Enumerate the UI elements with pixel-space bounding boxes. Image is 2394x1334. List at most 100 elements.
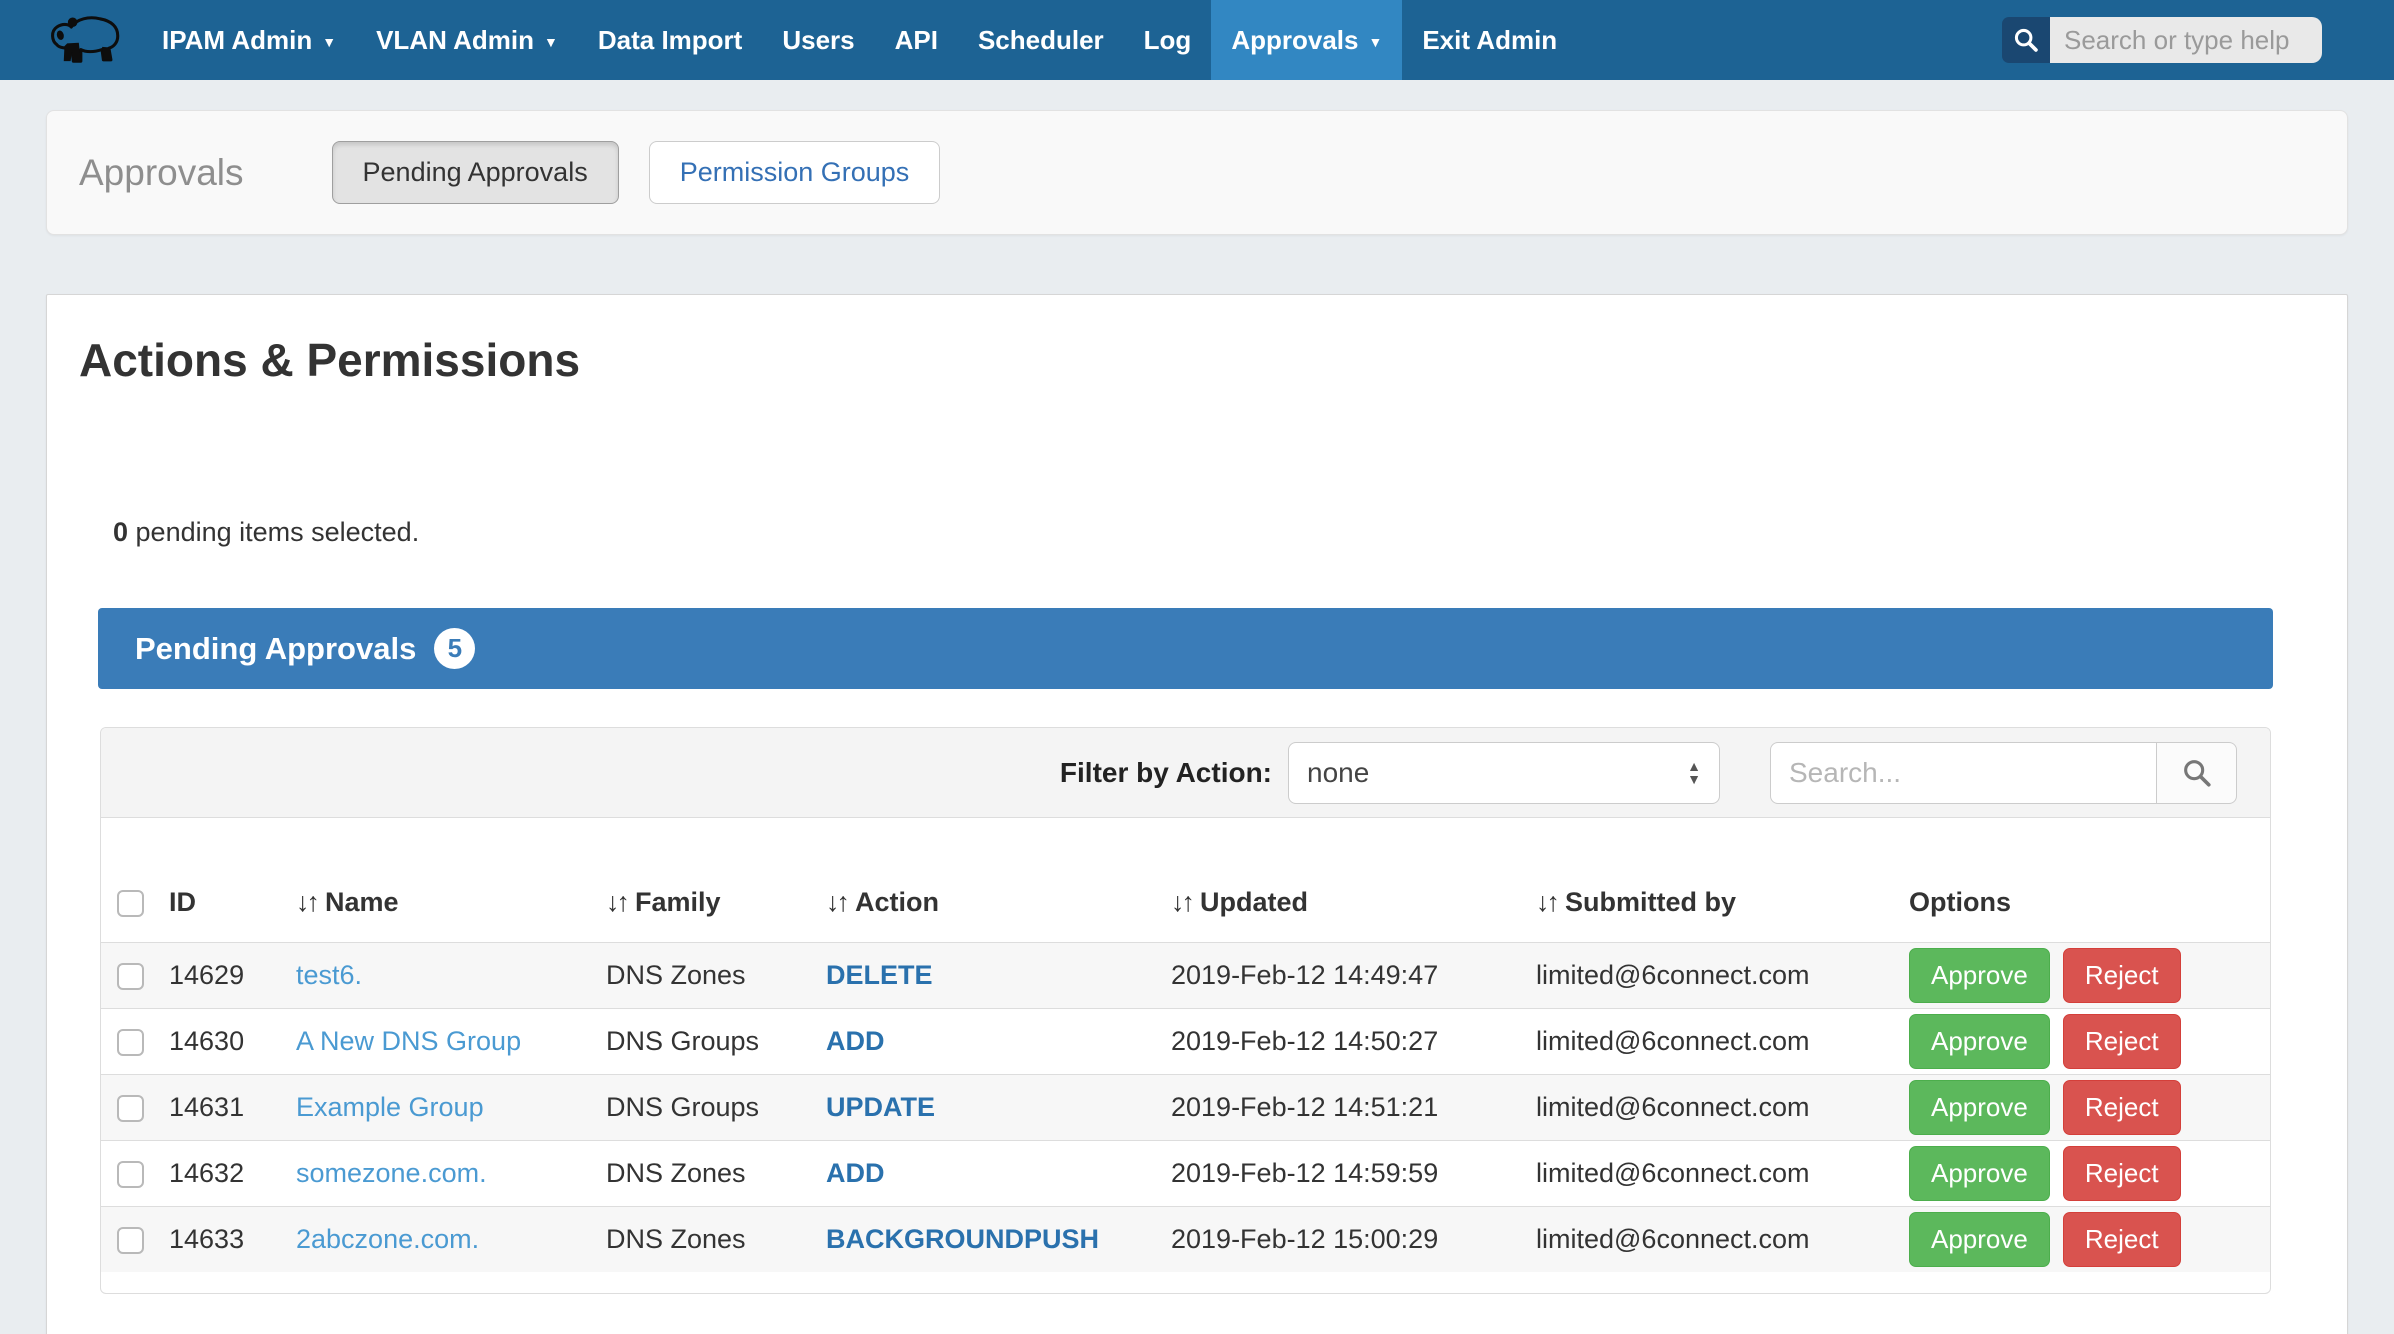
approvals-table: ID ↓↑Name ↓↑ Family ↓↑ Action ↓↑ Updated ↓↑…	[101, 818, 2271, 1272]
caret-down-icon: ▼	[544, 34, 558, 50]
top-navbar: IPAM Admin ▼ VLAN Admin ▼ Data Import User…	[0, 0, 2394, 80]
action-filter-select[interactable]: none ▲▼	[1288, 742, 1720, 804]
tab-permission-groups[interactable]: Permission Groups	[649, 141, 941, 204]
name-link[interactable]: test6.	[296, 960, 362, 990]
navbar-search	[2002, 17, 2322, 63]
nav-item-label: VLAN Admin	[376, 25, 534, 56]
reject-button[interactable]: Reject	[2063, 1014, 2181, 1069]
column-header-id: ID	[169, 818, 296, 942]
cell-updated: 2019-Feb-12 14:50:27	[1171, 1008, 1536, 1074]
action-link[interactable]: ADD	[826, 1158, 885, 1188]
tab-pending-approvals[interactable]: Pending Approvals	[332, 141, 619, 204]
column-label: Name	[325, 887, 399, 917]
nav-item-approvals[interactable]: Approvals ▼	[1211, 0, 1402, 80]
table-search-input[interactable]	[1770, 742, 2157, 804]
cell-updated: 2019-Feb-12 14:49:47	[1171, 942, 1536, 1008]
reject-button[interactable]: Reject	[2063, 1146, 2181, 1201]
cell-id: 14633	[169, 1206, 296, 1272]
name-link[interactable]: Example Group	[296, 1092, 484, 1122]
section-title: Actions & Permissions	[47, 295, 2347, 387]
nav-item-label: IPAM Admin	[162, 25, 312, 56]
table-search	[1770, 742, 2237, 804]
nav-item-vlan-admin[interactable]: VLAN Admin ▼	[356, 0, 578, 80]
count-badge: 5	[434, 628, 475, 669]
nav-item-label: Scheduler	[978, 25, 1104, 56]
provision-panda-logo[interactable]	[46, 9, 128, 71]
pending-approvals-title: Pending Approvals	[135, 631, 416, 667]
nav-item-label: Data Import	[598, 25, 742, 56]
cell-family: DNS Groups	[606, 1008, 826, 1074]
column-header-action[interactable]: ↓↑ Action	[826, 818, 1171, 942]
actions-permissions-panel: Actions & Permissions 0 pending items se…	[46, 294, 2348, 1334]
nav-item-scheduler[interactable]: Scheduler	[958, 0, 1124, 80]
column-label: Family	[635, 887, 721, 917]
cell-family: DNS Zones	[606, 1140, 826, 1206]
search-icon	[2180, 756, 2214, 790]
cell-id: 14630	[169, 1008, 296, 1074]
caret-down-icon: ▼	[322, 34, 336, 50]
reject-button[interactable]: Reject	[2063, 948, 2181, 1003]
nav-item-label: Users	[782, 25, 854, 56]
approve-button[interactable]: Approve	[1909, 1014, 2050, 1069]
action-link[interactable]: BACKGROUNDPUSH	[826, 1224, 1099, 1254]
cell-family: DNS Groups	[606, 1074, 826, 1140]
nav-item-data-import[interactable]: Data Import	[578, 0, 762, 80]
caret-down-icon: ▼	[1368, 34, 1382, 50]
cell-updated: 2019-Feb-12 14:59:59	[1171, 1140, 1536, 1206]
reject-button[interactable]: Reject	[2063, 1212, 2181, 1267]
sort-icon: ↓↑	[1171, 887, 1192, 917]
action-link[interactable]: DELETE	[826, 960, 933, 990]
nav-item-label: Approvals	[1231, 25, 1358, 56]
column-label: Action	[855, 887, 939, 917]
name-link[interactable]: somezone.com.	[296, 1158, 487, 1188]
filter-bar: Filter by Action: none ▲▼	[101, 728, 2270, 818]
column-header-family[interactable]: ↓↑ Family	[606, 818, 826, 942]
name-link[interactable]: A New DNS Group	[296, 1026, 521, 1056]
nav-item-api[interactable]: API	[875, 0, 958, 80]
column-header-updated[interactable]: ↓↑ Updated	[1171, 818, 1536, 942]
nav-item-ipam-admin[interactable]: IPAM Admin ▼	[142, 0, 356, 80]
cell-updated: 2019-Feb-12 14:51:21	[1171, 1074, 1536, 1140]
column-label: Updated	[1200, 887, 1308, 917]
column-header-submitted-by[interactable]: ↓↑Submitted by	[1536, 818, 1909, 942]
action-link[interactable]: ADD	[826, 1026, 885, 1056]
nav-item-log[interactable]: Log	[1124, 0, 1212, 80]
reject-button[interactable]: Reject	[2063, 1080, 2181, 1135]
sort-icon: ↓↑	[606, 887, 627, 917]
action-filter-selected-value: none	[1307, 757, 1369, 789]
sort-icon: ↓↑	[826, 887, 847, 917]
nav-item-exit-admin[interactable]: Exit Admin	[1402, 0, 1577, 80]
row-checkbox[interactable]	[117, 1095, 144, 1122]
cell-submitted-by: limited@6connect.com	[1536, 942, 1909, 1008]
approve-button[interactable]: Approve	[1909, 1212, 2050, 1267]
approve-button[interactable]: Approve	[1909, 1146, 2050, 1201]
row-checkbox[interactable]	[117, 963, 144, 990]
table-row: 14631 Example Group DNS Groups UPDATE 20…	[101, 1074, 2271, 1140]
navbar-search-input[interactable]	[2050, 17, 2322, 63]
table-search-button[interactable]	[2157, 742, 2237, 804]
row-checkbox[interactable]	[117, 1161, 144, 1188]
action-link[interactable]: UPDATE	[826, 1092, 935, 1122]
navbar-search-icon-box	[2002, 17, 2050, 63]
row-checkbox[interactable]	[117, 1029, 144, 1056]
cell-submitted-by: limited@6connect.com	[1536, 1140, 1909, 1206]
page-header: Approvals Pending Approvals Permission G…	[46, 110, 2348, 235]
selected-count-suffix: pending items selected.	[128, 517, 419, 547]
select-all-checkbox[interactable]	[117, 890, 144, 917]
column-header-name[interactable]: ↓↑Name	[296, 818, 606, 942]
name-link[interactable]: 2abczone.com.	[296, 1224, 479, 1254]
selected-count-text: 0 pending items selected.	[47, 517, 2347, 548]
cell-submitted-by: limited@6connect.com	[1536, 1008, 1909, 1074]
pending-approvals-header: Pending Approvals 5	[98, 608, 2273, 689]
nav-item-users[interactable]: Users	[762, 0, 874, 80]
table-row: 14629 test6. DNS Zones DELETE 2019-Feb-1…	[101, 942, 2271, 1008]
table-row: 14630 A New DNS Group DNS Groups ADD 201…	[101, 1008, 2271, 1074]
column-label: Submitted by	[1565, 887, 1736, 917]
approvals-table-container: Filter by Action: none ▲▼	[100, 727, 2271, 1294]
column-label: ID	[169, 887, 196, 917]
nav-item-label: Exit Admin	[1422, 25, 1557, 56]
table-row: 14632 somezone.com. DNS Zones ADD 2019-F…	[101, 1140, 2271, 1206]
row-checkbox[interactable]	[117, 1227, 144, 1254]
approve-button[interactable]: Approve	[1909, 1080, 2050, 1135]
approve-button[interactable]: Approve	[1909, 948, 2050, 1003]
